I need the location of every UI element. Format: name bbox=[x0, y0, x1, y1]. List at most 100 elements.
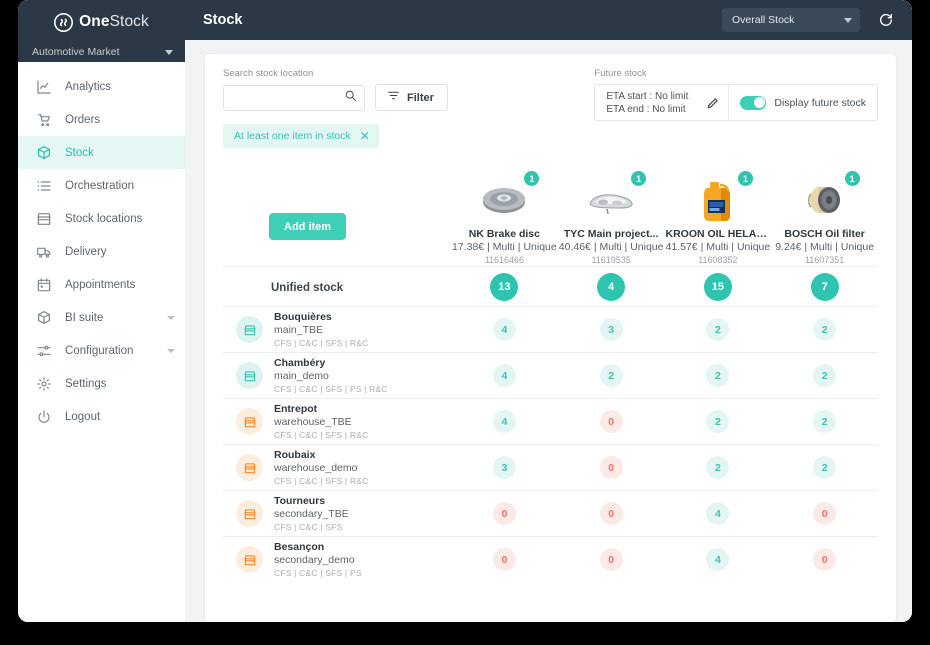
product-sku: 11608352 bbox=[698, 255, 738, 265]
stock-scope-select[interactable]: Overall Stock bbox=[722, 8, 860, 32]
add-item-button[interactable]: Add item bbox=[269, 213, 347, 240]
product-column[interactable]: 1 TYC Main project... 40.46€ | Multi | Uni… bbox=[558, 171, 665, 266]
sidebar-item-settings[interactable]: Settings bbox=[18, 367, 185, 400]
sidebar-item-appointments[interactable]: Appointments bbox=[18, 268, 185, 301]
stock-value: 0 bbox=[599, 410, 623, 433]
active-filter-chip: At least one item in stock ✕ bbox=[223, 124, 379, 148]
stock-cell[interactable]: 0 bbox=[771, 548, 878, 571]
app-window: OneStock Automotive Market Analytics Orde… bbox=[18, 0, 912, 622]
stock-cell[interactable]: 0 bbox=[771, 502, 878, 525]
stock-cell[interactable]: 0 bbox=[558, 548, 665, 571]
location-cell[interactable]: Bouquières main_TBE CFS | C&C | SFS | R&C bbox=[223, 311, 451, 349]
location-info: Chambéry main_demo CFS | C&C | SFS | PS | … bbox=[223, 357, 451, 395]
table-row[interactable]: Entrepot warehouse_TBE CFS | C&C | SFS | R… bbox=[223, 398, 878, 444]
refresh-button[interactable] bbox=[876, 10, 896, 30]
stock-cells: 3 0 2 2 bbox=[451, 456, 878, 479]
location-info: Roubaix warehouse_demo CFS | C&C | SFS | R… bbox=[223, 449, 451, 487]
sidebar-item-configuration[interactable]: Configuration bbox=[18, 334, 185, 367]
store-icon bbox=[236, 316, 263, 343]
stock-cell[interactable]: 0 bbox=[558, 502, 665, 525]
brand-name: OneStock bbox=[79, 13, 149, 31]
search-box[interactable] bbox=[223, 84, 365, 111]
cart-icon bbox=[35, 111, 52, 128]
sidebar-item-bi-suite[interactable]: BI suite bbox=[18, 301, 185, 334]
product-sku: 11619535 bbox=[591, 255, 631, 265]
brand-header: OneStock Automotive Market bbox=[18, 0, 185, 62]
sidebar-item-stock[interactable]: Stock bbox=[18, 136, 185, 169]
active-filter-chip-label: At least one item in stock bbox=[234, 130, 351, 142]
stock-cell[interactable]: 2 bbox=[771, 456, 878, 479]
stock-cell[interactable]: 2 bbox=[771, 364, 878, 387]
filter-button[interactable]: Filter bbox=[375, 84, 448, 111]
chevron-down-icon bbox=[167, 348, 175, 353]
location-code: main_demo bbox=[274, 369, 329, 382]
table-row[interactable]: Tourneurs secondary_TBE CFS | C&C | SFS 0 0 4… bbox=[223, 490, 878, 536]
stock-cell[interactable]: 3 bbox=[451, 456, 558, 479]
display-future-stock-control[interactable]: Display future stock bbox=[729, 95, 877, 110]
product-thumbnail-wrap: 1 bbox=[476, 171, 540, 224]
stock-cell[interactable]: 2 bbox=[665, 318, 772, 341]
stock-cell[interactable]: 4 bbox=[451, 318, 558, 341]
stock-cell[interactable]: 0 bbox=[451, 548, 558, 571]
product-meta: 40.46€ | Multi | Unique bbox=[558, 241, 664, 253]
stock-cell[interactable]: 0 bbox=[558, 410, 665, 433]
search-input[interactable] bbox=[232, 91, 344, 104]
table-row[interactable]: Bouquières main_TBE CFS | C&C | SFS | R&C 4… bbox=[223, 306, 878, 352]
location-cell[interactable]: Entrepot warehouse_TBE CFS | C&C | SFS | R… bbox=[223, 403, 451, 441]
sidebar: OneStock Automotive Market Analytics Orde… bbox=[18, 0, 185, 622]
stock-value: 2 bbox=[813, 318, 837, 341]
stock-cell[interactable]: 4 bbox=[451, 364, 558, 387]
sidebar-item-delivery[interactable]: Delivery bbox=[18, 235, 185, 268]
unified-stock-value: 4 bbox=[597, 272, 626, 301]
sidebar-item-orders[interactable]: Orders bbox=[18, 103, 185, 136]
stock-cell[interactable]: 2 bbox=[771, 318, 878, 341]
market-selector[interactable]: Automotive Market bbox=[18, 41, 185, 63]
filter-icon bbox=[387, 89, 400, 107]
table-row[interactable]: Chambéry main_demo CFS | C&C | SFS | PS | … bbox=[223, 352, 878, 398]
product-column[interactable]: 1 KROON OIL HELAR ... 41.57€ | Multi | Uni… bbox=[665, 171, 771, 266]
oil-can-image bbox=[690, 182, 746, 228]
sidebar-item-logout[interactable]: Logout bbox=[18, 400, 185, 433]
stock-cell[interactable]: 4 bbox=[451, 410, 558, 433]
search-row: Filter bbox=[223, 84, 448, 111]
close-icon[interactable]: ✕ bbox=[360, 130, 370, 142]
location-text: Besançon secondary_demo CFS | C&C | SFS | … bbox=[274, 541, 362, 579]
stock-value: 3 bbox=[492, 456, 516, 479]
sidebar-item-analytics[interactable]: Analytics bbox=[18, 70, 185, 103]
search-icon[interactable] bbox=[344, 89, 357, 107]
product-column[interactable]: 1 BOSCH Oil filter 9.24€ | Multi | Unique 1… bbox=[771, 171, 878, 266]
truck-icon bbox=[35, 243, 52, 260]
location-text: Roubaix warehouse_demo CFS | C&C | SFS | R… bbox=[274, 449, 368, 487]
table-row[interactable]: Besançon secondary_demo CFS | C&C | SFS | … bbox=[223, 536, 878, 582]
stock-cell[interactable]: 2 bbox=[558, 364, 665, 387]
stock-cells: 4 0 2 2 bbox=[451, 410, 878, 433]
stock-cell[interactable]: 4 bbox=[665, 548, 772, 571]
sidebar-item-orchestration[interactable]: Orchestration bbox=[18, 169, 185, 202]
product-column[interactable]: 1 NK Brake disc 17.38€ | Multi | Unique 116… bbox=[451, 171, 558, 266]
table-row[interactable]: Roubaix warehouse_demo CFS | C&C | SFS | R… bbox=[223, 444, 878, 490]
sidebar-item-stock-locations[interactable]: Stock locations bbox=[18, 202, 185, 235]
stock-cell[interactable]: 0 bbox=[558, 456, 665, 479]
stock-value: 2 bbox=[706, 456, 730, 479]
location-cell[interactable]: Roubaix warehouse_demo CFS | C&C | SFS | R… bbox=[223, 449, 451, 487]
location-cell[interactable]: Besançon secondary_demo CFS | C&C | SFS | … bbox=[223, 541, 451, 579]
stock-cell[interactable]: 2 bbox=[665, 364, 772, 387]
display-future-stock-toggle[interactable] bbox=[740, 95, 767, 110]
stock-cell[interactable]: 2 bbox=[665, 410, 772, 433]
stock-cell[interactable]: 0 bbox=[451, 502, 558, 525]
unified-stock-cell: 4 bbox=[558, 272, 665, 301]
pencil-icon[interactable] bbox=[698, 96, 728, 110]
location-name: Chambéry bbox=[274, 356, 326, 369]
location-tags: CFS | C&C | SFS | R&C bbox=[274, 475, 369, 486]
search-label: Search stock location bbox=[223, 68, 314, 79]
sidebar-item-label: Settings bbox=[65, 377, 107, 390]
location-cell[interactable]: Chambéry main_demo CFS | C&C | SFS | PS | … bbox=[223, 357, 451, 395]
stock-cell[interactable]: 3 bbox=[558, 318, 665, 341]
location-cell[interactable]: Tourneurs secondary_TBE CFS | C&C | SFS bbox=[223, 495, 451, 533]
stock-cell[interactable]: 2 bbox=[665, 456, 772, 479]
sidebar-item-label: Configuration bbox=[65, 344, 134, 357]
stock-cell[interactable]: 2 bbox=[771, 410, 878, 433]
store-icon bbox=[236, 500, 263, 527]
store-icon bbox=[236, 546, 263, 573]
stock-cell[interactable]: 4 bbox=[665, 502, 772, 525]
